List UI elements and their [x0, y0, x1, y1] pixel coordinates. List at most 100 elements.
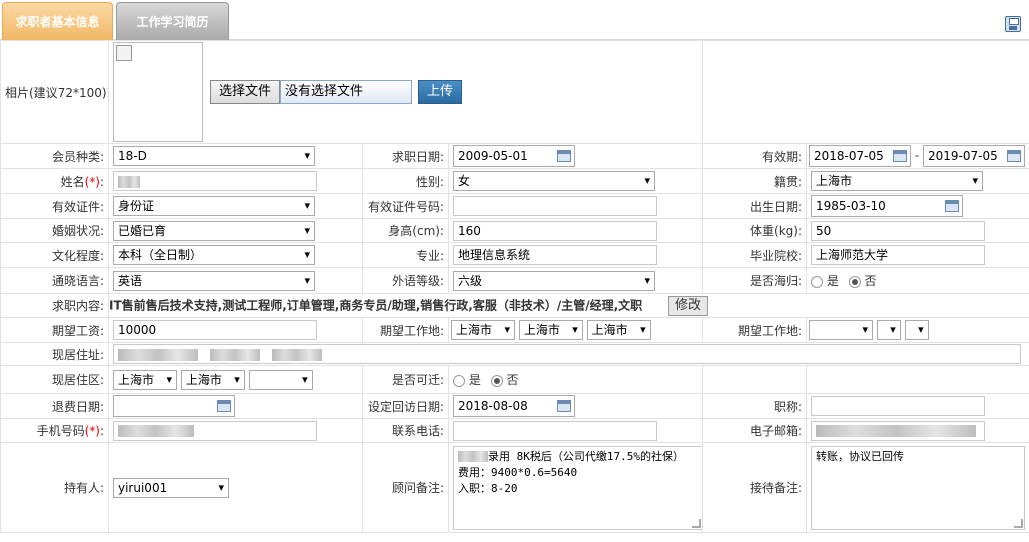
weight-input[interactable]: 50: [811, 220, 985, 241]
callback-date-label: 设定回访日期:: [362, 393, 449, 419]
expected-salary-label: 期望工资:: [0, 317, 109, 343]
upload-button[interactable]: 上传: [418, 80, 463, 104]
valid-from-value: 2018-07-05: [814, 149, 884, 163]
file-status: 没有选择文件: [280, 80, 413, 104]
member-type-select[interactable]: 18-D: [113, 146, 315, 166]
returnee-no-radio[interactable]: [848, 275, 861, 288]
major-input[interactable]: 地理信息系统: [453, 245, 657, 265]
phone-input[interactable]: [453, 420, 657, 441]
district-province-select[interactable]: 上海市: [113, 369, 177, 390]
id-number-label: 有效证件号码:: [362, 193, 449, 219]
relocate-yes-radio[interactable]: [453, 374, 465, 387]
tab-bar: 求职者基本信息 工作学习简历: [0, 0, 1029, 40]
calendar-icon[interactable]: [1007, 150, 1021, 162]
height-label: 身高(cm):: [362, 218, 449, 243]
tab-basic-info[interactable]: 求职者基本信息: [2, 2, 113, 40]
expected-location2-label: 期望工作地:: [702, 317, 807, 343]
relocate-yes-label: 是: [468, 373, 481, 387]
id-type-label: 有效证件:: [0, 193, 109, 219]
relocate-label: 是否可迁:: [362, 365, 449, 394]
birth-date-value: 1985-03-10: [816, 199, 886, 213]
calendar-icon[interactable]: [557, 400, 571, 412]
tab-work-study-resume[interactable]: 工作学习简历: [116, 2, 229, 40]
expected-location2-city-select[interactable]: [876, 320, 901, 340]
name-label: 姓名(*):: [0, 168, 109, 194]
district-city-select[interactable]: 上海市: [180, 369, 245, 390]
native-place-select[interactable]: 上海市: [811, 171, 983, 191]
expected-location-province-select[interactable]: 上海市: [451, 320, 515, 340]
apply-date-input[interactable]: 2009-05-01: [453, 145, 575, 167]
advisor-note-textarea[interactable]: 录用 8K税后（公司代缴17.5%的社保） 费用：9400*0.6=5640 入…: [453, 445, 702, 530]
returnee-no-label: 否: [864, 274, 877, 288]
apply-date-value: 2009-05-01: [458, 149, 528, 163]
title-label: 职称:: [702, 393, 807, 419]
save-icon[interactable]: [1005, 16, 1021, 32]
refund-date-input[interactable]: [113, 395, 235, 417]
edit-job-content-button[interactable]: 修改: [667, 295, 708, 316]
required-mark: (*): [84, 174, 100, 189]
choose-file-button[interactable]: 选择文件: [210, 80, 281, 104]
redacted-name: [118, 175, 140, 188]
email-label: 电子邮箱:: [702, 418, 807, 443]
calendar-icon[interactable]: [893, 150, 907, 162]
calendar-icon[interactable]: [217, 400, 231, 412]
native-place-label: 籍贯:: [702, 168, 807, 194]
redacted-mobile: [118, 425, 194, 437]
returnee-yes-label: 是: [826, 274, 839, 288]
holder-select[interactable]: yirui001: [113, 477, 229, 498]
member-type-label: 会员种类:: [0, 143, 109, 169]
advisor-note-value: 录用 8K税后（公司代缴17.5%的社保） 费用：9400*0.6=5640 入…: [458, 449, 684, 495]
valid-to-input[interactable]: 2019-07-05: [923, 145, 1025, 167]
lang-level-label: 外语等级:: [362, 267, 449, 294]
redacted-address: [271, 348, 322, 361]
expected-location-district-select[interactable]: 上海市: [586, 320, 651, 340]
school-label: 毕业院校:: [702, 242, 807, 268]
job-seeker-form: 相片(建议72*100): 选择文件 没有选择文件 上传 会员种类: 18-D …: [0, 40, 1029, 533]
advisor-note-label: 顾问备注:: [362, 442, 449, 533]
callback-date-value: 2018-08-08: [458, 399, 528, 413]
job-content-label: 求职内容:: [0, 293, 109, 318]
expected-location-city-select[interactable]: 上海市: [518, 320, 583, 340]
name-label-colon: :: [99, 174, 104, 189]
address-input[interactable]: [113, 344, 1021, 364]
education-select[interactable]: 本科（全日制）: [113, 245, 315, 265]
height-input[interactable]: 160: [453, 220, 657, 241]
redacted-address: [118, 348, 198, 361]
expected-location2-province-select[interactable]: [809, 320, 873, 340]
education-label: 文化程度:: [0, 242, 109, 268]
reception-note-textarea[interactable]: 转账，协议已回传: [811, 445, 1025, 530]
phone-label: 联系电话:: [362, 418, 449, 443]
birth-date-input[interactable]: 1985-03-10: [811, 195, 963, 217]
school-input[interactable]: 上海师范大学: [811, 245, 985, 265]
address-label: 现居住址:: [0, 342, 109, 366]
district-area-select[interactable]: [248, 369, 313, 390]
returnee-label: 是否海归:: [702, 267, 807, 294]
returnee-yes-radio[interactable]: [811, 275, 823, 288]
redacted-email: [816, 425, 976, 437]
expected-location2-district-select[interactable]: [904, 320, 929, 340]
calendar-icon[interactable]: [945, 200, 959, 212]
apply-date-label: 求职日期:: [362, 143, 449, 169]
lang-level-select[interactable]: 六级: [453, 270, 655, 291]
valid-from-input[interactable]: 2018-07-05: [809, 145, 911, 167]
email-input[interactable]: [811, 420, 985, 441]
calendar-icon[interactable]: [557, 150, 571, 162]
expected-salary-input[interactable]: 10000: [113, 320, 317, 340]
gender-select[interactable]: 女: [453, 171, 655, 191]
language-select[interactable]: 英语: [113, 270, 315, 291]
language-label: 通晓语言:: [0, 267, 109, 294]
required-mark: (*): [84, 424, 100, 438]
relocate-no-radio[interactable]: [490, 374, 503, 387]
mobile-label-text: 手机号码: [36, 424, 85, 438]
marital-select[interactable]: 已婚已育: [113, 220, 315, 241]
callback-date-input[interactable]: 2018-08-08: [453, 395, 575, 417]
relocate-no-label: 否: [506, 373, 519, 387]
name-input[interactable]: [113, 171, 317, 191]
mobile-input[interactable]: [113, 420, 317, 441]
date-separator: -: [914, 148, 920, 163]
id-type-select[interactable]: 身份证: [113, 196, 315, 216]
title-input[interactable]: [811, 396, 985, 416]
birth-date-label: 出生日期:: [702, 193, 807, 219]
redacted-address: [209, 348, 260, 361]
id-number-input[interactable]: [453, 196, 657, 216]
